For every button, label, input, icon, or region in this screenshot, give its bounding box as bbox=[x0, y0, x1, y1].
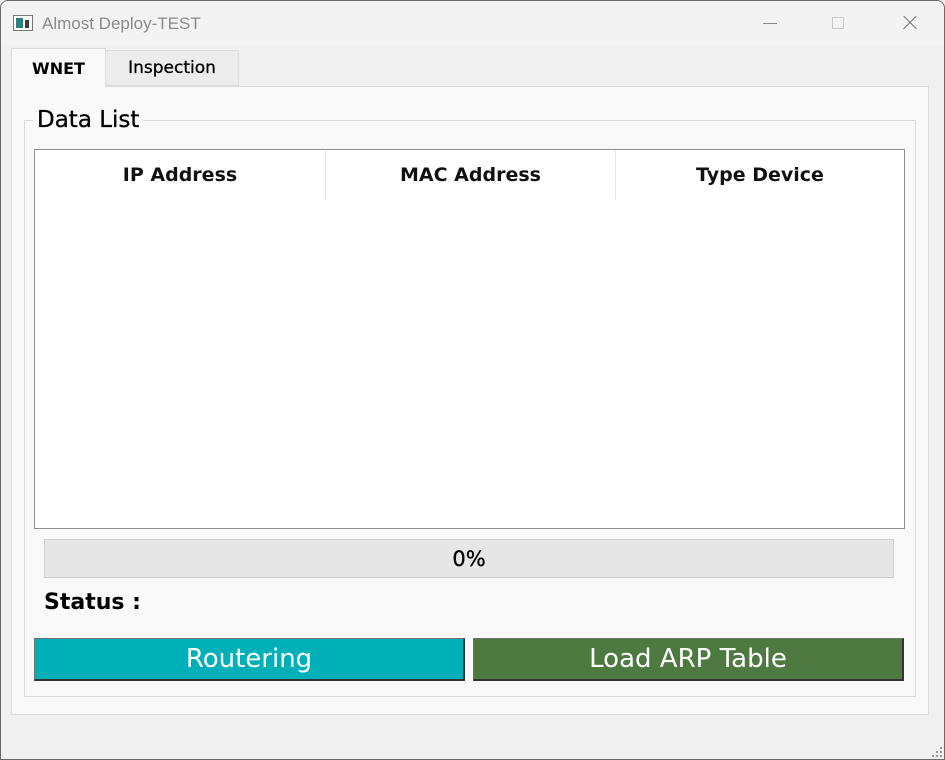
tab-inspection[interactable]: Inspection bbox=[106, 50, 239, 86]
close-icon[interactable] bbox=[898, 11, 922, 35]
status-label: Status : bbox=[44, 590, 141, 615]
group-title: Data List bbox=[33, 107, 144, 133]
app-window-icon bbox=[13, 15, 33, 31]
data-table[interactable]: IP Address MAC Address Type Device bbox=[34, 149, 905, 529]
tab-wnet[interactable]: WNET bbox=[11, 48, 106, 87]
load-arp-table-button[interactable]: Load ARP Table bbox=[473, 638, 904, 681]
column-header-ip[interactable]: IP Address bbox=[35, 150, 325, 200]
app-window: Almost Deploy-TEST WNET Inspection Data … bbox=[0, 0, 945, 760]
maximize-icon[interactable] bbox=[827, 11, 851, 35]
resize-grip-icon[interactable] bbox=[930, 745, 942, 757]
progress-text: 0% bbox=[452, 546, 486, 571]
column-header-mac[interactable]: MAC Address bbox=[325, 150, 615, 200]
table-header: IP Address MAC Address Type Device bbox=[35, 150, 904, 200]
title-bar[interactable]: Almost Deploy-TEST bbox=[1, 1, 944, 45]
minimize-icon[interactable] bbox=[759, 11, 783, 35]
column-header-type[interactable]: Type Device bbox=[615, 150, 904, 200]
tab-page-wnet: Data List IP Address MAC Address Type De… bbox=[11, 86, 929, 715]
progress-bar: 0% bbox=[44, 539, 894, 578]
window-title: Almost Deploy-TEST bbox=[42, 14, 201, 33]
routering-button[interactable]: Routering bbox=[34, 638, 465, 681]
